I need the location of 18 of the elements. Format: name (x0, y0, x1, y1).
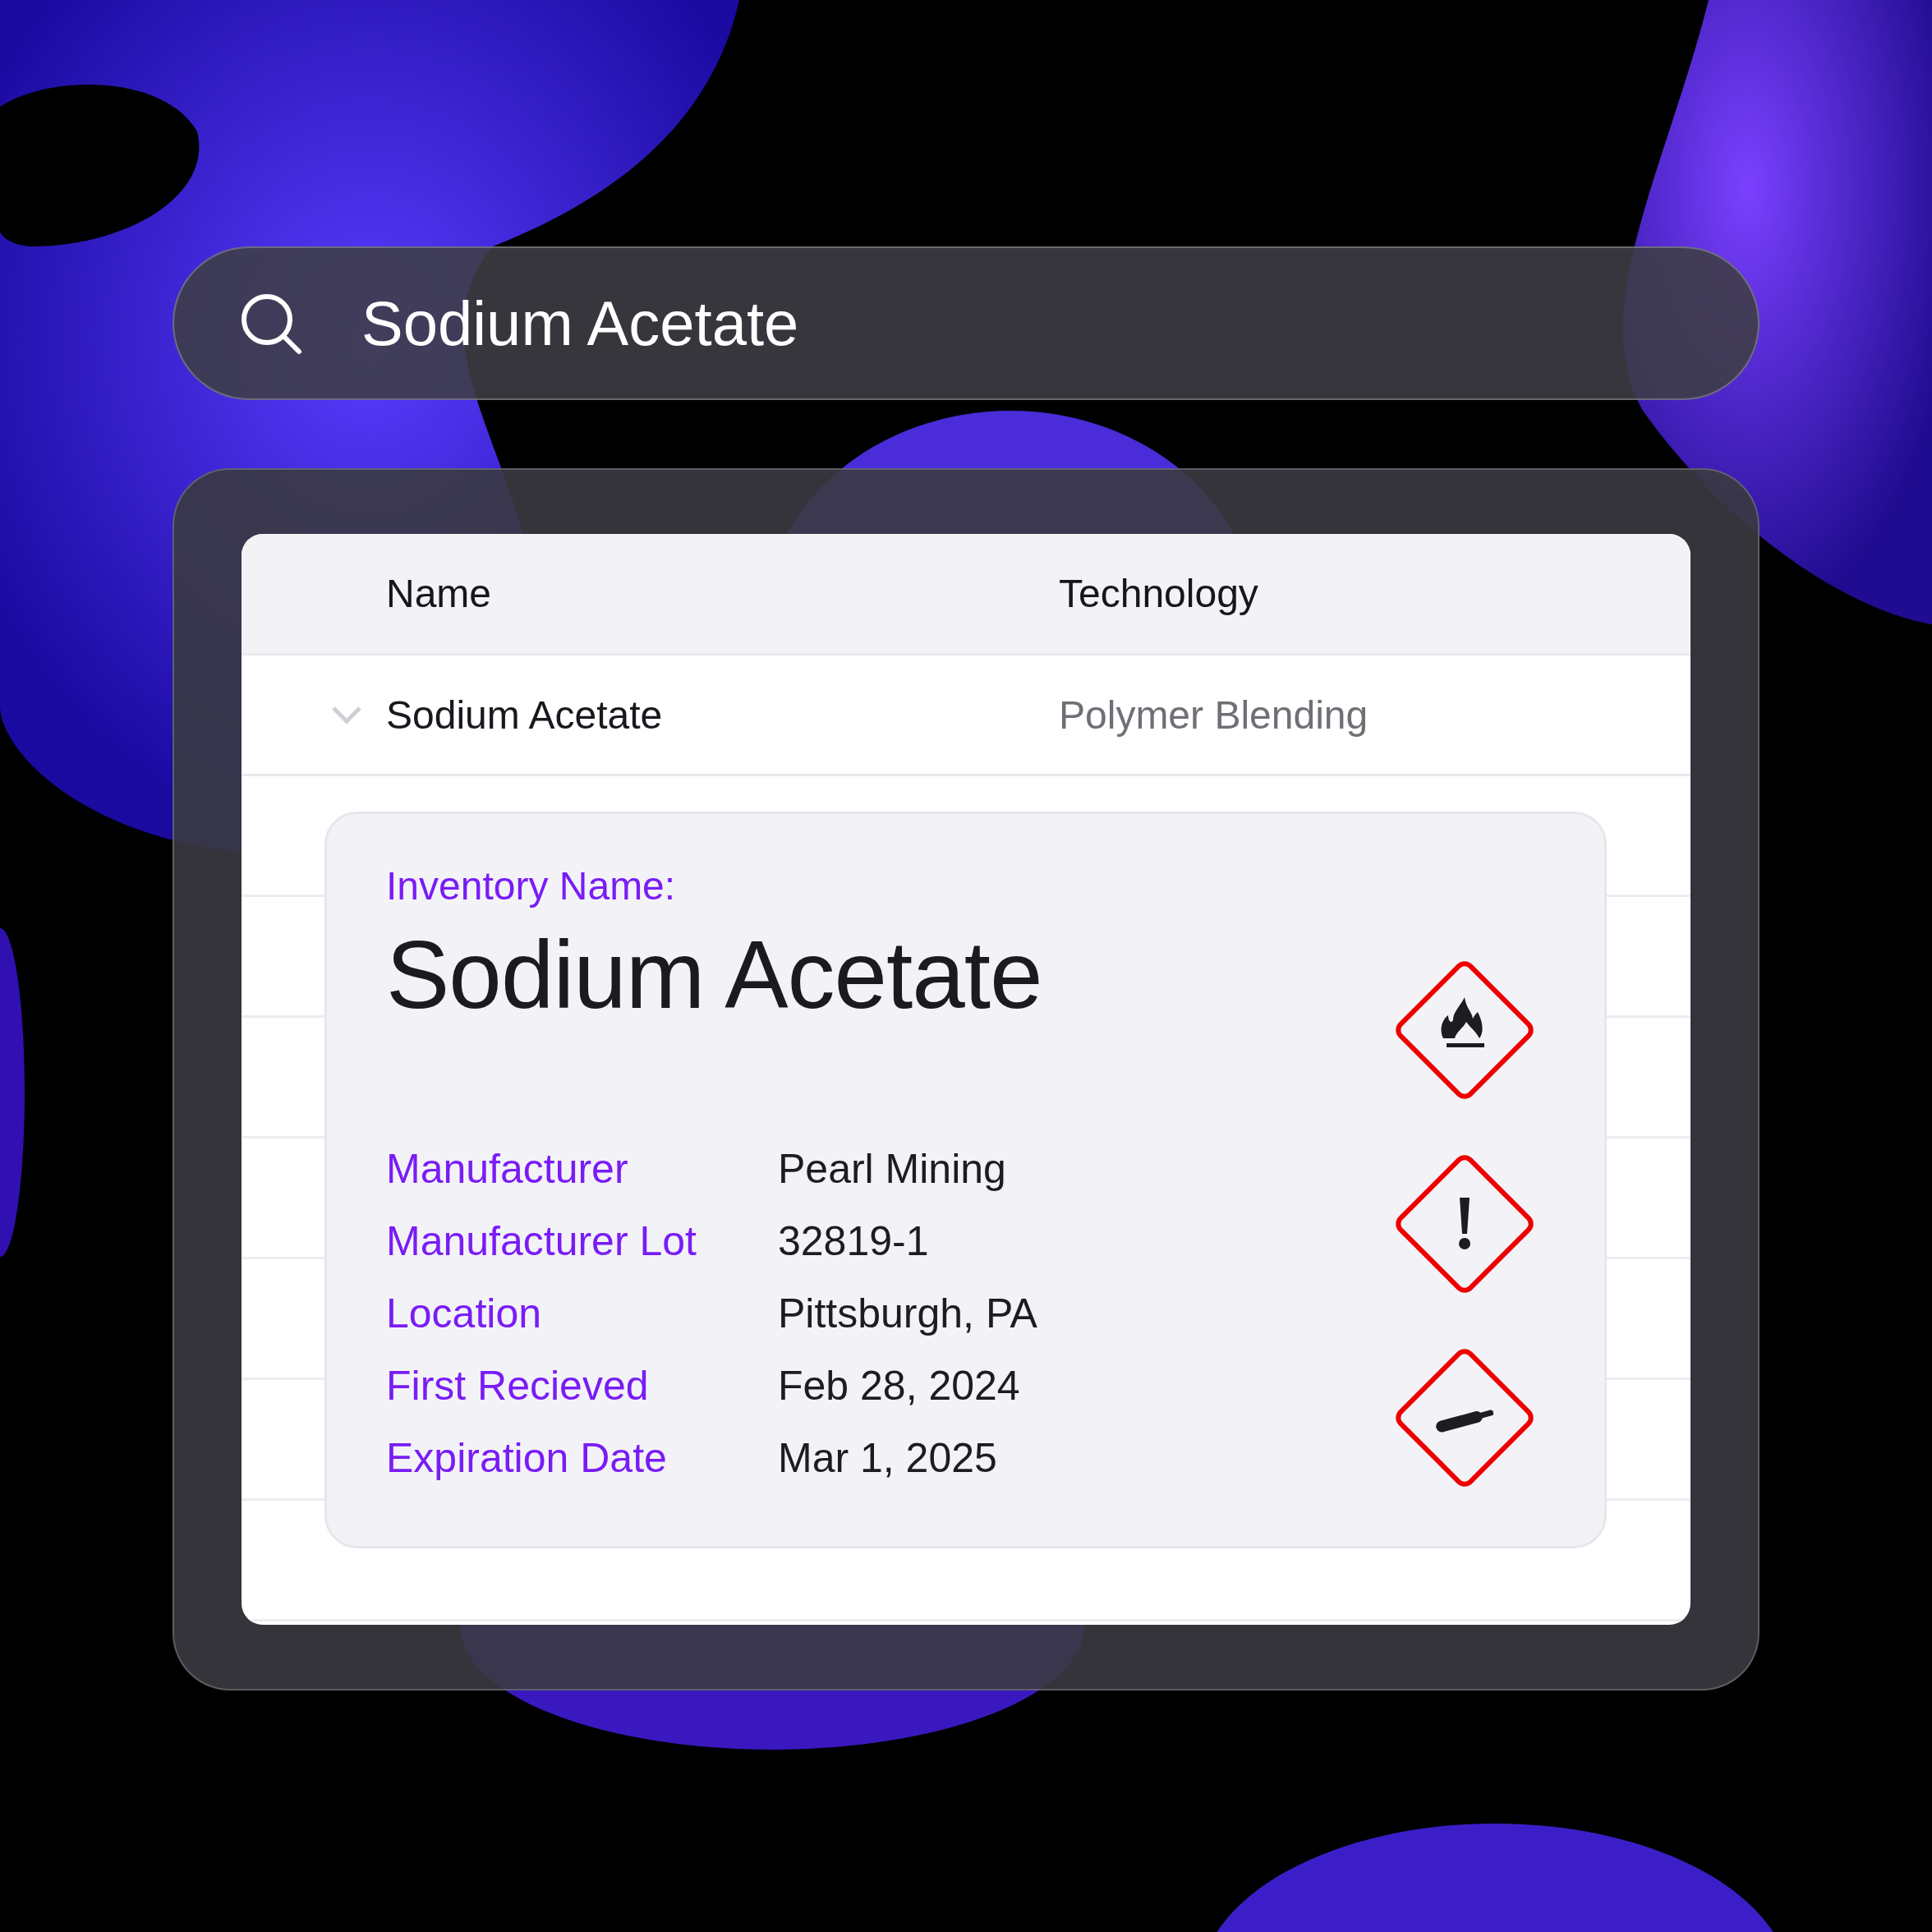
search-field[interactable]: Sodium Acetate (172, 246, 1760, 400)
field-value: Feb 28, 2024 (778, 1362, 1021, 1410)
field-value: Mar 1, 2025 (778, 1434, 998, 1482)
caption: Inventory Name: (386, 863, 677, 908)
field-value: Pittsburgh, PA (778, 1290, 1038, 1337)
table-cell: Polymer Blending (1059, 692, 1368, 738)
field-value: 32819-1 (778, 1217, 930, 1265)
table-cell: Sodium Acetate (386, 692, 663, 737)
field-label: Manufacturer Lot (386, 1217, 697, 1265)
field-label: First Recieved (386, 1362, 650, 1410)
field-label: Location (386, 1290, 543, 1337)
search-field[interactable]: Sodium Acetate (361, 288, 1594, 359)
column-header: Name (386, 572, 492, 615)
column-header: Technology (1059, 572, 1258, 615)
field-value: Pearl Mining (778, 1145, 1007, 1193)
field-label: Manufacturer (386, 1145, 629, 1193)
item-title: Sodium Acetate (386, 921, 1043, 1030)
field-label: Expiration Date (386, 1434, 668, 1482)
